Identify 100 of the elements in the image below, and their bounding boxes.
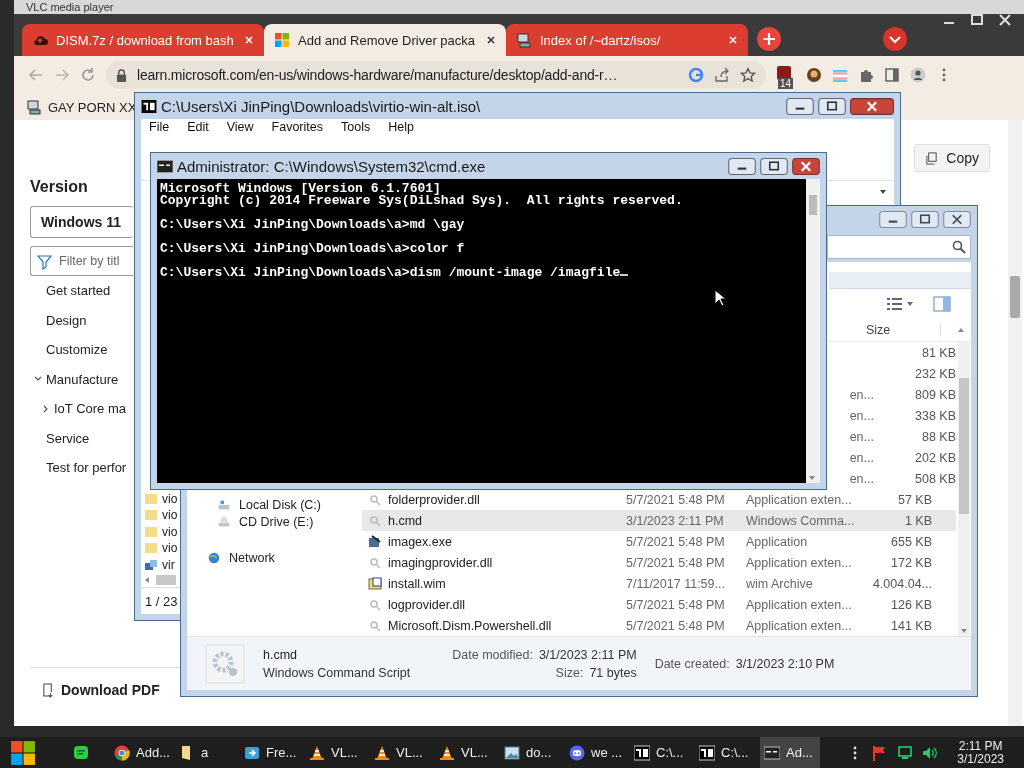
file-row[interactable]: en... 202 KB — [824, 447, 956, 468]
nav-item[interactable]: IoT Core ma — [52, 394, 126, 424]
folder-icon — [144, 492, 158, 505]
file-row[interactable]: en... 508 KB — [824, 468, 956, 489]
download-link[interactable]: Download PDF — [42, 682, 160, 698]
scroll-down-icon[interactable] — [808, 475, 816, 481]
star-icon[interactable] — [740, 67, 756, 83]
maximize-icon[interactable] — [911, 210, 939, 228]
nav-item[interactable]: Get started — [46, 276, 111, 306]
file-row[interactable]: en... 88 KB — [824, 426, 956, 447]
nav-item[interactable]: Design — [46, 305, 87, 335]
taskbar-button[interactable]: Add... — [110, 737, 170, 768]
list-entry[interactable]: vir — [144, 556, 175, 573]
scrollbar-thumb[interactable] — [959, 378, 969, 514]
file-row[interactable]: logprovider.dll 5/7/2021 5:48 PM Application exten... 126 KB — [362, 594, 956, 615]
magnifier-icon — [368, 555, 382, 570]
minimize-icon[interactable] — [879, 210, 907, 228]
menu-item[interactable]: Help — [388, 120, 414, 137]
file-row[interactable]: h.cmd 3/1/2023 2:11 PM Windows Comma... 1 KB — [362, 510, 956, 531]
file-row[interactable]: imagex.exe 5/7/2021 5:48 PM Application 655 KB — [362, 531, 956, 552]
scrollbar-thumb[interactable] — [809, 195, 817, 215]
field-label: Size: — [555, 665, 584, 680]
nav-item[interactable]: Customize — [46, 335, 108, 365]
scroll-down-icon[interactable] — [960, 628, 968, 634]
globe-icon — [207, 550, 221, 565]
file-row[interactable]: 232 KB — [824, 363, 956, 384]
side-panel-icon[interactable] — [884, 67, 900, 83]
view-options-icon[interactable] — [885, 296, 915, 312]
copy-button[interactable]: Copy — [914, 144, 990, 172]
file-row[interactable]: en... 809 KB — [824, 384, 956, 405]
list-entry[interactable]: vio — [144, 523, 178, 540]
file-row[interactable]: imagingprovider.dll 5/7/2021 5:48 PM Application exten... 172 KB — [362, 552, 956, 573]
menu-item[interactable]: Edit — [187, 120, 209, 137]
archive-icon — [368, 576, 382, 591]
browser-tab[interactable]: Add and Remove Driver packa — [264, 24, 506, 56]
taskbar-button[interactable]: Fre... — [240, 737, 300, 768]
nav-item[interactable]: Test for perfor — [46, 453, 127, 483]
taskbar-button[interactable]: Ad... — [760, 737, 820, 768]
list-entry[interactable]: vio — [144, 507, 178, 524]
installer-icon — [144, 558, 158, 571]
menu-item[interactable]: File — [149, 120, 170, 137]
column-header[interactable]: Size — [866, 323, 941, 337]
file-row[interactable]: install.wim 7/11/2017 11:59... wim Archive 4.004.04... — [362, 573, 956, 594]
file-row[interactable]: folderprovider.dll 5/7/2021 5:48 PM Application exten... 57 KB — [362, 489, 956, 510]
close-icon[interactable] — [486, 35, 496, 45]
nav-item[interactable]: CD Drive (E:) — [207, 513, 362, 530]
archive-icon — [699, 744, 715, 761]
maximize-icon[interactable] — [760, 157, 788, 175]
start-button[interactable] — [10, 739, 36, 766]
share-icon[interactable] — [714, 67, 730, 83]
menu-item[interactable]: View — [226, 120, 254, 137]
maximize-icon[interactable] — [818, 97, 846, 115]
taskbar-button[interactable]: we ... — [565, 737, 625, 768]
file-type: Windows Command Script — [263, 665, 411, 680]
scrollbar-thumb[interactable] — [1010, 276, 1020, 318]
taskbar-button[interactable]: C:\... — [695, 737, 755, 768]
new-tab-icon[interactable] — [756, 26, 782, 52]
menu-item[interactable]: Favorites — [271, 120, 323, 137]
scrollbar-thumb[interactable] — [156, 575, 176, 585]
file-name: h.cmd — [263, 647, 299, 662]
profile-icon[interactable] — [910, 67, 926, 83]
file-row[interactable]: 81 KB — [824, 342, 956, 363]
browser-tab[interactable]: Index of /~dartz/isos/ — [506, 24, 748, 56]
console-line: C:\Users\Xi JinPing\Downloads\a>md \gay — [160, 217, 465, 232]
browser-tab[interactable]: DISM.7z / download from bash — [22, 24, 264, 56]
taskbar-button[interactable]: do... — [500, 737, 560, 768]
file-row[interactable]: Microsoft.Dism.Powershell.dll 5/7/2021 5:48 PM Application exten... 141 KB — [362, 615, 956, 636]
filter-field[interactable]: Filter by titl — [30, 246, 133, 276]
minimize-icon[interactable] — [786, 97, 814, 115]
taskbar-button[interactable]: VL... — [305, 737, 365, 768]
nav-item[interactable]: Service — [46, 423, 90, 453]
close-icon[interactable] — [943, 210, 971, 228]
image-icon — [504, 744, 520, 761]
list-entry[interactable]: vio — [144, 540, 178, 557]
version-select[interactable]: Windows 11 — [30, 206, 133, 238]
nav-item[interactable]: Local Disk (C:) — [207, 496, 362, 513]
taskbar-button[interactable]: a — [175, 737, 235, 768]
menu-item[interactable]: Tools — [341, 120, 371, 137]
minimize-icon[interactable] — [728, 157, 756, 175]
search-field[interactable] — [827, 235, 971, 259]
google-icon[interactable] — [688, 67, 704, 83]
network-icon[interactable] — [897, 744, 914, 761]
list-entry[interactable]: vio — [144, 490, 178, 507]
filter-icon — [37, 254, 53, 270]
taskbar-button[interactable]: VL... — [435, 737, 495, 768]
close-icon[interactable] — [850, 97, 894, 115]
address-bar[interactable]: learn.microsoft.com/en-us/windows-hardware/manufacture/desktop/add-and-r… — [106, 61, 766, 89]
taskbar-button[interactable]: C:\... — [630, 737, 690, 768]
browser-icon — [114, 744, 130, 761]
nav-item[interactable]: Network — [207, 549, 362, 566]
puzzle-icon[interactable] — [858, 67, 874, 83]
dropdown-icon[interactable] — [882, 26, 908, 52]
folder-icon — [144, 542, 158, 555]
file-row[interactable]: en... 338 KB — [824, 405, 956, 426]
avatar-icon[interactable] — [806, 67, 822, 83]
clock[interactable]: 2:11 PM 3/1/2023 — [957, 739, 1004, 766]
taskbar-button[interactable]: VL... — [370, 737, 430, 768]
nav-item[interactable]: Manufacture — [46, 364, 119, 394]
close-icon[interactable] — [792, 157, 820, 175]
scroll-left-icon[interactable] — [144, 576, 150, 584]
